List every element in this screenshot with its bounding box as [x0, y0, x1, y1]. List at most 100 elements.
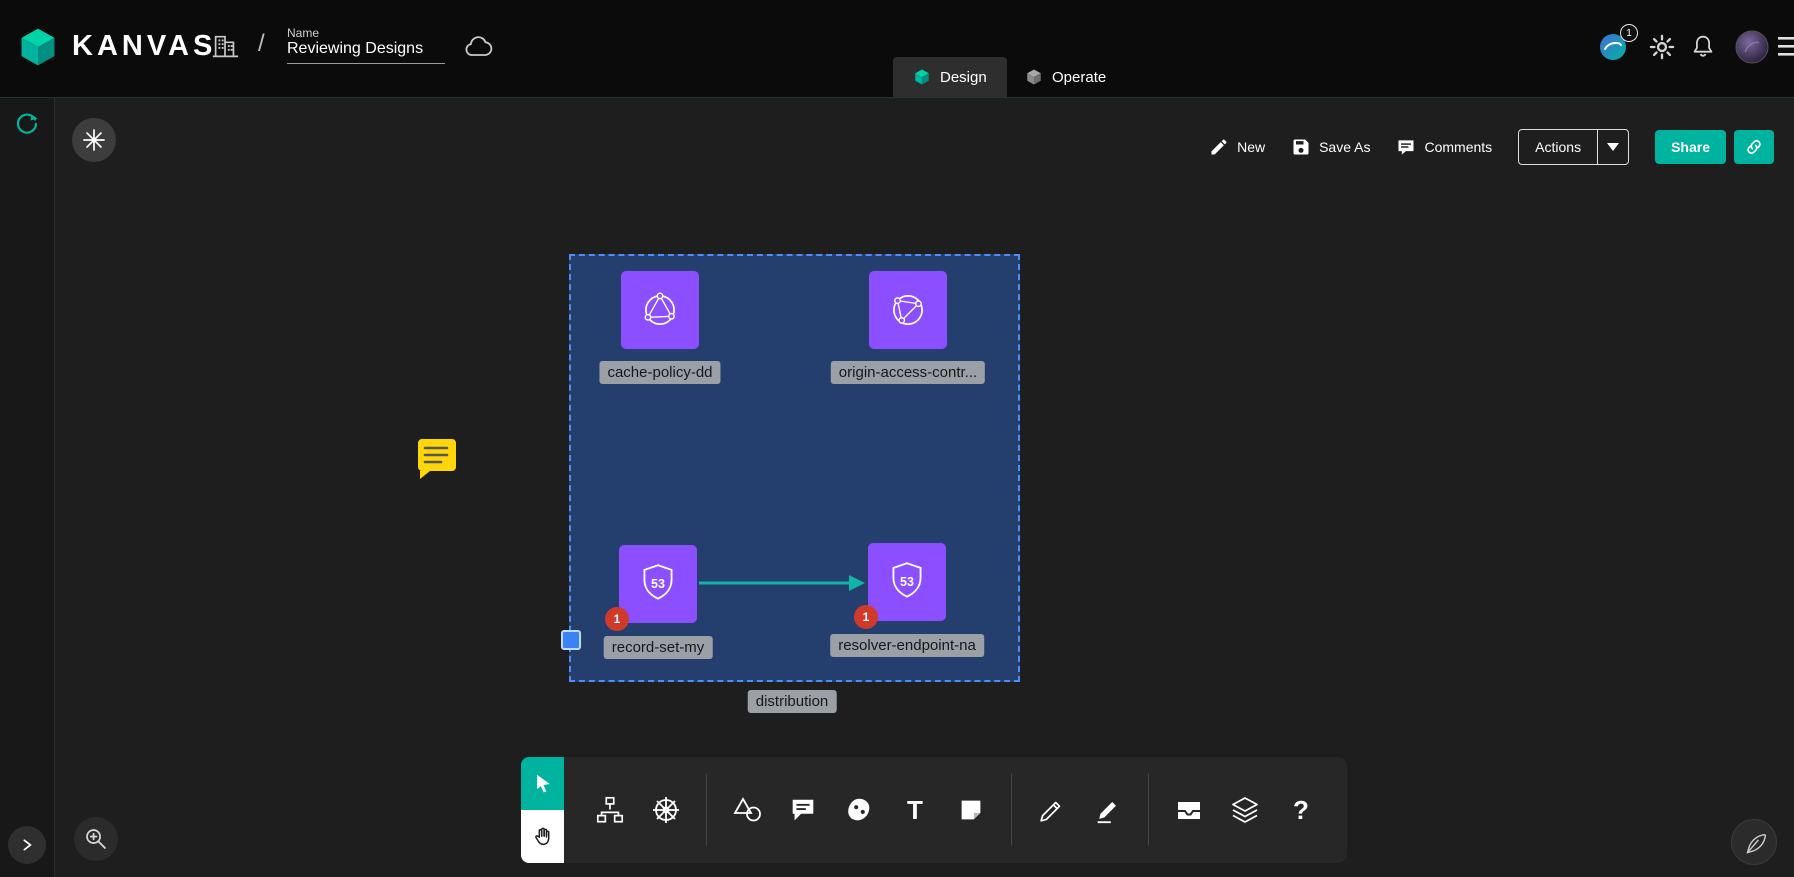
pencil-filled-icon [1093, 795, 1123, 825]
help-button[interactable]: ? [1285, 794, 1317, 826]
cloudfront-cache-policy-icon [636, 286, 684, 334]
help-glyph: ? [1293, 797, 1309, 823]
share-button[interactable]: Share [1655, 130, 1726, 164]
save-as-label: Save As [1319, 139, 1370, 155]
dock-main: T [564, 757, 1347, 863]
annotate-pencil-button[interactable] [1092, 794, 1124, 826]
canvas-toolbar: New Save As Comments Actions Share [1209, 128, 1774, 166]
app-title: KANVAS [72, 30, 216, 63]
error-badge[interactable]: 1 [854, 605, 878, 629]
dock-divider [1148, 774, 1149, 846]
comment-tool-button[interactable] [787, 794, 819, 826]
design-name-group: Name [287, 26, 445, 64]
copy-link-button[interactable] [1734, 130, 1774, 164]
text-tool-glyph: T [907, 797, 923, 823]
shield-53-text: 53 [900, 575, 914, 589]
save-as-button[interactable]: Save As [1291, 137, 1370, 157]
sticky-note-icon [956, 795, 986, 825]
kubernetes-tool-button[interactable] [650, 794, 682, 826]
shapes-icon [731, 794, 763, 826]
node-label-cache-policy: cache-policy-dd [599, 361, 720, 384]
dock-divider [706, 774, 707, 846]
node-resolver-endpoint[interactable]: 53 1 [868, 543, 946, 621]
tool-dock: T [521, 757, 1347, 863]
doodle-blob-icon [844, 795, 874, 825]
new-design-button[interactable]: New [1209, 137, 1265, 157]
text-tool-button[interactable]: T [899, 794, 931, 826]
actions-dropdown-button[interactable]: Actions [1518, 129, 1629, 165]
select-tool-button[interactable] [521, 757, 564, 810]
archive-tray-icon [1173, 794, 1205, 826]
pan-tool-button[interactable] [521, 810, 564, 863]
new-label: New [1237, 139, 1265, 155]
actions-caret[interactable] [1598, 130, 1628, 164]
tab-design[interactable]: Design [893, 57, 1007, 97]
breadcrumb-separator: / [258, 30, 265, 58]
zoom-in-button[interactable] [74, 817, 118, 861]
doodle-tool-button[interactable] [843, 794, 875, 826]
user-avatar[interactable] [1735, 30, 1769, 64]
share-group: Share [1655, 130, 1774, 164]
chevron-right-icon [19, 837, 35, 853]
route53-resolver-endpoint-icon: 53 [883, 558, 931, 606]
node-label-resolver-endpoint: resolver-endpoint-na [830, 634, 984, 657]
recenter-burst-button[interactable] [72, 118, 116, 162]
comment-icon [1396, 137, 1416, 157]
dock-divider [1011, 774, 1012, 846]
design-tab-icon [913, 68, 931, 86]
actions-label: Actions [1519, 130, 1597, 164]
chevron-down-icon [1607, 143, 1619, 151]
notification-count-badge: 1 [1620, 24, 1638, 42]
import-archive-button[interactable] [1173, 794, 1205, 826]
pointer-tools-column [521, 757, 564, 863]
link-icon [1744, 137, 1764, 157]
sticky-note-tool-button[interactable] [955, 794, 987, 826]
magnifier-plus-icon [83, 826, 109, 852]
app-header: KANVAS / Name Design [0, 0, 1794, 98]
share-label: Share [1671, 139, 1710, 155]
layers-icon [1229, 794, 1261, 826]
pencil-outline-icon [1037, 795, 1067, 825]
operate-tab-label: Operate [1052, 69, 1106, 86]
error-badge[interactable]: 1 [605, 607, 629, 631]
name-label: Name [287, 26, 445, 40]
comments-label: Comments [1424, 139, 1492, 155]
node-label-record-set: record-set-my [604, 636, 713, 659]
pencil-icon [1209, 137, 1229, 157]
design-name-input[interactable] [287, 40, 445, 64]
node-label-origin-access: origin-access-contr... [831, 361, 985, 384]
layers-button[interactable] [1229, 794, 1261, 826]
shapes-tool-button[interactable] [731, 794, 763, 826]
settings-gear-icon[interactable] [1648, 33, 1676, 61]
tab-operate[interactable]: Operate [1005, 57, 1126, 97]
helm-wheel-icon [650, 794, 682, 826]
cloud-sync-icon[interactable] [462, 31, 494, 63]
menu-hamburger-icon[interactable] [1778, 36, 1794, 58]
cursor-icon [532, 773, 554, 795]
quill-icon [1741, 829, 1767, 855]
comment-marker[interactable] [414, 436, 458, 480]
annotate-pen-button[interactable] [1731, 819, 1777, 865]
selection-handle[interactable] [561, 630, 581, 650]
components-tool-button[interactable] [594, 794, 626, 826]
node-cache-policy[interactable] [621, 271, 699, 349]
kanvas-logo-icon[interactable] [16, 25, 60, 69]
node-origin-access-control[interactable] [869, 271, 947, 349]
expand-sidebar-button[interactable] [8, 826, 46, 864]
burst-icon [81, 127, 107, 153]
comment-bubble-icon [788, 795, 818, 825]
left-sidebar [0, 97, 55, 877]
draw-freehand-button[interactable] [1036, 794, 1068, 826]
organization-icon[interactable] [210, 32, 240, 62]
sync-status-icon[interactable] [14, 111, 40, 137]
shield-53-text: 53 [651, 577, 665, 591]
cloudfront-origin-access-icon [884, 286, 932, 334]
route53-record-set-icon: 53 [634, 560, 682, 608]
hand-icon [531, 825, 555, 849]
notifications-bell-icon[interactable] [1688, 32, 1718, 62]
operate-tab-icon [1025, 68, 1043, 86]
sitemap-icon [595, 795, 625, 825]
edge-arrow[interactable] [699, 570, 867, 596]
node-record-set[interactable]: 53 1 [619, 545, 697, 623]
comments-button[interactable]: Comments [1396, 137, 1492, 157]
